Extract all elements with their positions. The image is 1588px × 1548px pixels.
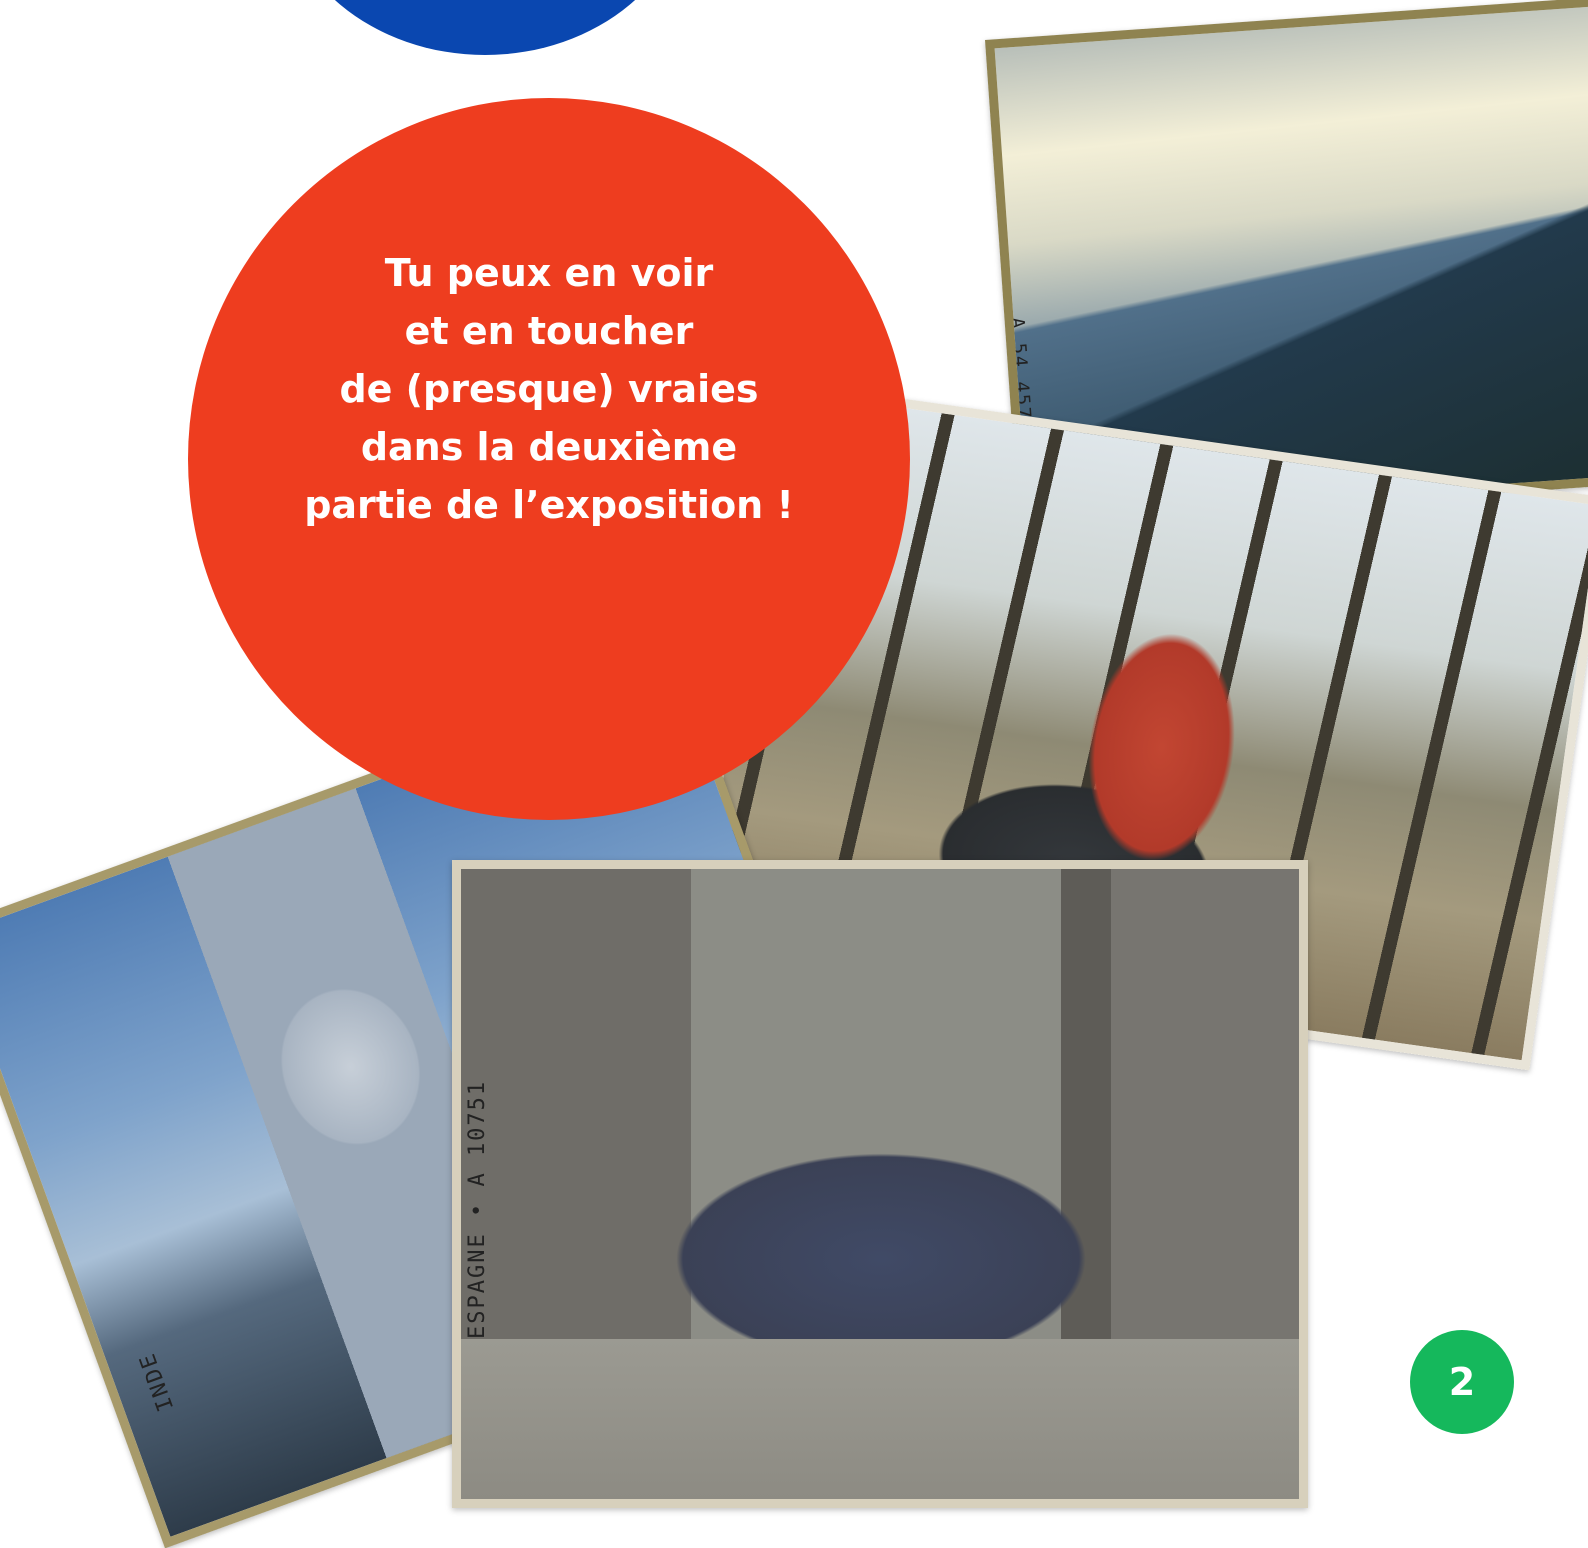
blue-decorative-circle	[280, 0, 690, 55]
photo-children-spain: ESPAGNE • A 10751	[452, 860, 1308, 1508]
callout-line-1: Tu peux en voir	[384, 251, 714, 295]
photo-caption-espagne: ESPAGNE • A 10751	[465, 1079, 490, 1339]
callout-line-5: partie de l’exposition !	[304, 483, 794, 527]
callout-line-4: dans la deuxième	[360, 425, 738, 469]
photo-caption-valley: A 54 457	[1006, 316, 1035, 421]
photo-caption-inde: INDE	[134, 1348, 180, 1415]
callout-line-3: de (presque) vraies	[339, 367, 759, 411]
callout-line-2: et en toucher	[404, 309, 694, 353]
red-callout-circle: Tu peux en voir et en toucher de (presqu…	[188, 98, 910, 820]
page-number-badge: 2	[1410, 1330, 1514, 1434]
callout-text: Tu peux en voir et en toucher de (presqu…	[289, 244, 809, 534]
